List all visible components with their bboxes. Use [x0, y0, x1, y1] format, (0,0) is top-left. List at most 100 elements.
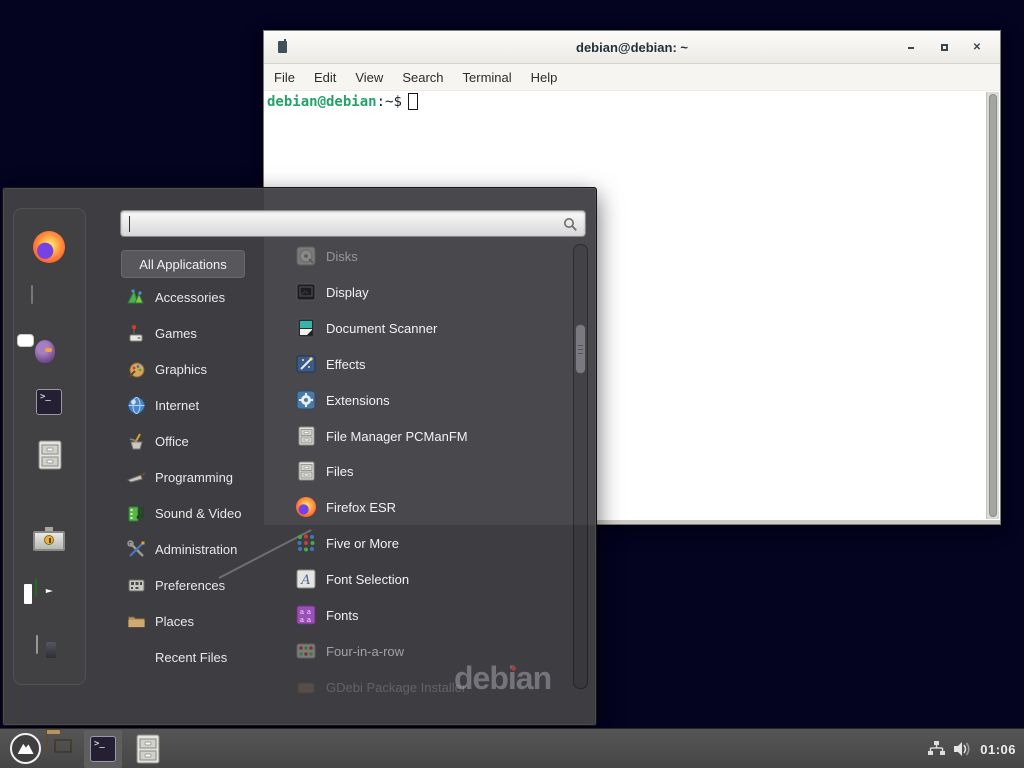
font-selection-icon: A	[296, 569, 316, 589]
category-office[interactable]: Office	[126, 429, 189, 453]
all-applications-button[interactable]: All Applications	[121, 250, 245, 278]
close-button[interactable]: ✕	[966, 31, 988, 64]
minimize-button[interactable]	[900, 31, 922, 64]
search-input[interactable]	[120, 210, 586, 237]
app-effects[interactable]: Effects	[296, 352, 366, 376]
clock[interactable]: 01:06	[980, 742, 1016, 757]
menu-view[interactable]: View	[355, 70, 383, 85]
app-four-in-a-row[interactable]: Four-in-a-row	[296, 639, 404, 663]
category-recent-files[interactable]: Recent Files	[126, 645, 227, 669]
favorite-terminal[interactable]: >_	[36, 389, 62, 415]
app-extensions[interactable]: Extensions	[296, 388, 390, 412]
category-label: Games	[155, 326, 197, 341]
app-firefox-esr[interactable]: Firefox ESR	[296, 495, 396, 519]
close-icon: ✕	[973, 43, 981, 53]
terminal-menubar: File Edit View Search Terminal Help	[264, 64, 1000, 91]
category-sound-video[interactable]: Sound & Video	[126, 501, 242, 525]
app-display[interactable]: Display	[296, 280, 369, 304]
category-label: Places	[155, 614, 194, 629]
category-internet[interactable]: Internet	[126, 393, 199, 417]
shell-prompt: debian@debian:~$	[267, 93, 418, 110]
app-label: Five or More	[326, 536, 399, 551]
menu-scrollbar-handle[interactable]	[575, 324, 586, 374]
app-disks[interactable]: Disks	[296, 244, 358, 268]
administration-icon	[127, 540, 146, 559]
preferences-icon	[127, 576, 146, 595]
category-label: Programming	[155, 470, 233, 485]
firefox-icon	[296, 497, 316, 517]
app-file-manager-pcmanfm[interactable]: File Manager PCManFM	[296, 424, 468, 448]
debian-watermark: debian	[454, 660, 551, 697]
svg-text:a: a	[300, 616, 304, 624]
svg-text:a: a	[300, 608, 304, 616]
terminal-cursor	[408, 93, 418, 110]
watermark-red-dot	[511, 666, 516, 671]
category-accessories[interactable]: Accessories	[126, 285, 225, 309]
app-font-selection[interactable]: A Font Selection	[296, 567, 409, 591]
letter-a: A	[300, 573, 310, 588]
application-menu: debian >_	[2, 187, 597, 726]
menu-terminal[interactable]: Terminal	[463, 70, 512, 85]
minimize-icon	[908, 47, 914, 49]
app-files[interactable]: Files	[296, 459, 353, 483]
terminal-scrollbar-handle[interactable]	[989, 94, 997, 517]
app-label: Font Selection	[326, 572, 409, 587]
menu-file[interactable]: File	[274, 70, 295, 85]
maximize-icon	[941, 44, 948, 51]
category-label: Accessories	[155, 290, 225, 305]
network-icon[interactable]	[927, 740, 945, 758]
graphics-icon	[127, 360, 146, 379]
terminal-titlebar[interactable]: debian@debian: ~ ✕	[264, 31, 1000, 64]
category-label: Recent Files	[155, 650, 227, 665]
five-or-more-icon	[296, 533, 316, 553]
programming-icon	[127, 468, 146, 487]
category-games[interactable]: Games	[126, 321, 197, 345]
app-label: Files	[326, 464, 353, 479]
prompt-user-host: debian@debian	[267, 94, 377, 110]
app-document-scanner[interactable]: Document Scanner	[296, 316, 437, 340]
menu-edit[interactable]: Edit	[314, 70, 336, 85]
category-administration[interactable]: Administration	[126, 537, 237, 561]
menu-help[interactable]: Help	[531, 70, 558, 85]
prompt-separator: :	[377, 94, 385, 110]
menu-button[interactable]	[10, 733, 41, 764]
menu-scrollbar[interactable]	[573, 244, 588, 689]
app-five-or-more[interactable]: Five or More	[296, 531, 399, 555]
maximize-button[interactable]	[933, 31, 955, 64]
internet-icon	[127, 396, 146, 415]
favorite-file-manager[interactable]	[38, 440, 62, 470]
menu-search[interactable]: Search	[402, 70, 443, 85]
app-label: Display	[326, 285, 369, 300]
category-label: Administration	[155, 542, 237, 557]
category-preferences[interactable]: Preferences	[126, 573, 225, 597]
file-cabinet-launcher[interactable]	[136, 734, 160, 764]
file-cabinet-icon	[298, 461, 315, 481]
terminal-launcher-active[interactable]: >_	[84, 730, 122, 768]
category-label: Office	[155, 434, 189, 449]
app-label: Disks	[326, 249, 358, 264]
disks-icon	[296, 246, 316, 266]
effects-icon	[296, 354, 316, 374]
volume-icon[interactable]	[953, 740, 972, 758]
app-label: Document Scanner	[326, 321, 437, 336]
terminal-scrollbar[interactable]	[986, 92, 999, 519]
taskbar: >_	[0, 728, 1024, 768]
shutdown-button[interactable]	[36, 636, 38, 654]
file-manager-launcher[interactable]	[46, 733, 48, 751]
shutdown-icon	[36, 635, 38, 654]
document-scanner-icon	[296, 318, 316, 338]
logout-button[interactable]	[35, 579, 37, 597]
recent-files-icon-spacer	[126, 647, 146, 667]
favorite-keyboard[interactable]	[31, 286, 33, 304]
app-fonts[interactable]: a a a a Fonts	[296, 603, 359, 627]
app-gdebi-package-installer[interactable]: GDebi Package Installer	[296, 675, 466, 699]
accessories-icon	[127, 288, 146, 307]
file-cabinet-icon	[298, 426, 315, 446]
category-programming[interactable]: Programming	[126, 465, 233, 489]
category-graphics[interactable]: Graphics	[126, 357, 207, 381]
app-label: File Manager PCManFM	[326, 429, 468, 444]
sound-video-icon	[127, 504, 146, 523]
terminal-icon: >_	[36, 389, 62, 415]
category-places[interactable]: Places	[126, 609, 194, 633]
favorite-firefox[interactable]	[33, 231, 65, 268]
